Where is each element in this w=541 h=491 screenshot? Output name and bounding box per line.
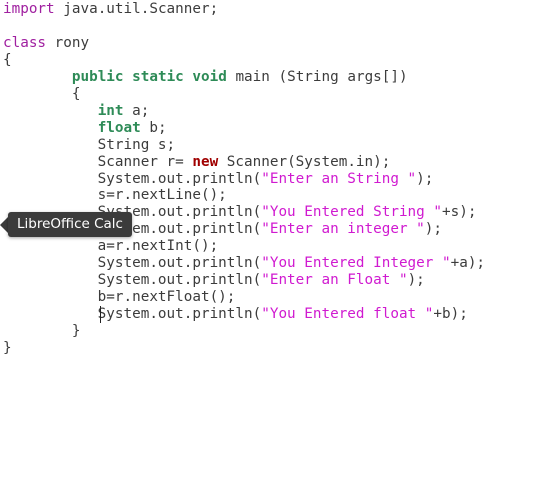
keyword: import xyxy=(3,1,55,17)
code-text: a; xyxy=(123,102,150,119)
launcher-tooltip: LibreOffice Calc xyxy=(0,212,132,237)
tooltip-arrow xyxy=(0,216,8,233)
keyword: float xyxy=(97,119,141,136)
code-text: b; xyxy=(140,119,167,136)
code-line: { xyxy=(3,85,81,103)
code-text: rony xyxy=(46,34,90,51)
code-line: s=r.nextLine(); xyxy=(3,187,227,204)
code-text: a=r.nextInt(); xyxy=(3,238,219,255)
code-line: int a; xyxy=(3,102,150,120)
code-text: s=r.nextLine(); xyxy=(3,187,227,204)
string-literal: "You Entered float " xyxy=(261,306,434,323)
code-text: System.out.println( xyxy=(3,306,262,323)
code-text: Scanner(System.in); xyxy=(218,153,391,170)
tooltip-label: LibreOffice Calc xyxy=(8,212,132,237)
code-line: System.out.println("Enter an Float "); xyxy=(3,272,425,289)
code-line: public static void main (String args[]) xyxy=(3,69,408,86)
code-text: +s); xyxy=(442,204,477,221)
code-line: float b; xyxy=(3,120,167,137)
code-line: System.out.println("You Entered float "+… xyxy=(3,306,468,323)
keyword: static xyxy=(132,68,184,85)
code-line: b=r.nextFloat(); xyxy=(3,289,236,306)
code-line: import java.util.Scanner; xyxy=(3,1,218,18)
keyword: new xyxy=(192,153,219,170)
code-editor[interactable]: import java.util.Scanner; class rony{ pub… xyxy=(0,0,541,491)
string-literal: "You Entered Integer " xyxy=(261,255,451,272)
code-text: java.util.Scanner; xyxy=(54,1,219,17)
code-text: +a); xyxy=(450,255,486,272)
code-line: String s; xyxy=(3,137,175,154)
code-line: class rony xyxy=(3,35,89,52)
keyword: void xyxy=(192,68,227,85)
code-line: Scanner r= new Scanner(System.in); xyxy=(3,153,391,171)
keyword: int xyxy=(97,102,124,119)
code-text: b=r.nextFloat(); xyxy=(3,289,236,306)
string-literal: "You Entered String " xyxy=(261,204,442,221)
string-literal: "Enter an integer " xyxy=(261,221,425,238)
code-line: { xyxy=(3,52,12,69)
keyword: class xyxy=(3,34,47,51)
code-text: ); xyxy=(424,221,442,238)
code-text: System.out.println( xyxy=(3,255,262,272)
code-text: Scanner r= xyxy=(3,153,193,170)
code-line: } xyxy=(3,323,81,340)
string-literal: "Enter an Float " xyxy=(261,272,408,289)
code-text: ); xyxy=(407,272,425,289)
code-line: System.out.println("You Entered Integer … xyxy=(3,255,485,272)
text-cursor xyxy=(100,306,101,323)
code-line: a=r.nextInt(); xyxy=(3,238,219,255)
code-text: ); xyxy=(416,170,434,187)
code-line: } xyxy=(3,340,12,357)
code-text: +b); xyxy=(433,306,468,323)
code-text: } xyxy=(3,340,12,356)
code-line: System.out.println("Enter an String "); xyxy=(3,170,434,188)
code-text: main (String args[]) xyxy=(226,68,408,85)
string-literal: "Enter an String " xyxy=(261,170,417,187)
code-text: } xyxy=(3,323,81,340)
code-text: String s; xyxy=(3,136,176,153)
code-text: System.out.println( xyxy=(3,272,262,289)
code-text: { xyxy=(3,85,81,102)
code-text: System.out.println( xyxy=(3,170,262,187)
code-text: { xyxy=(3,51,12,68)
keyword: public xyxy=(71,68,124,85)
